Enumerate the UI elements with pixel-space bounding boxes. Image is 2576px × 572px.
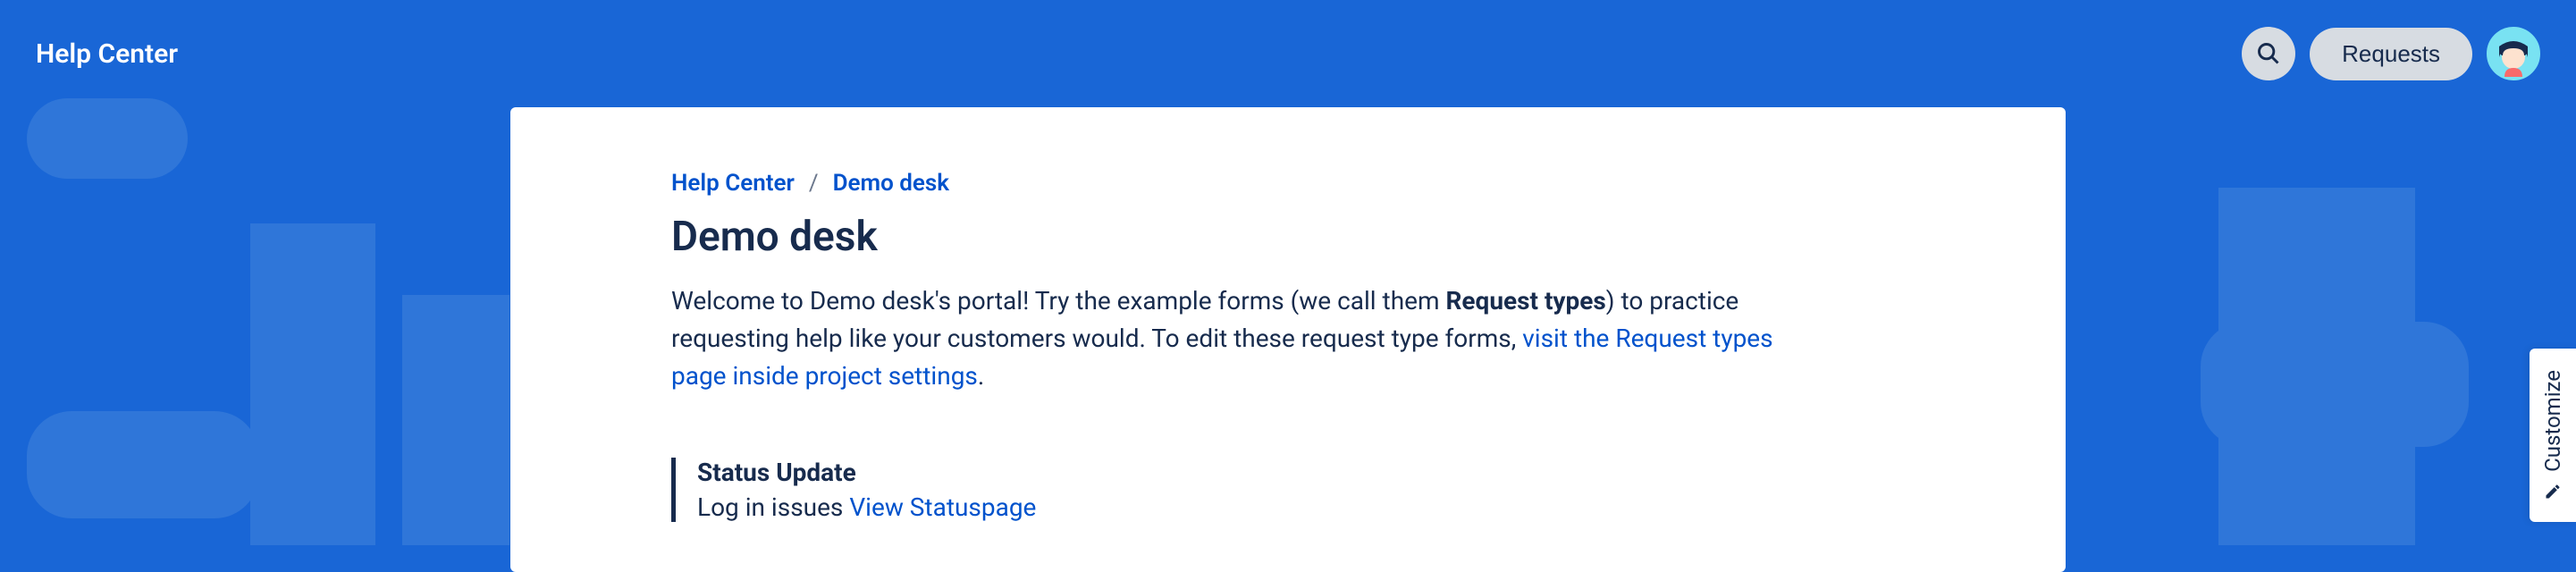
customize-button[interactable]: Customize [2530,349,2576,522]
breadcrumb-link-home[interactable]: Help Center [671,170,795,197]
status-title: Status Update [697,458,1905,487]
desc-text-1: Welcome to Demo desk's portal! Try the e… [671,286,1445,315]
requests-button[interactable]: Requests [2310,28,2472,80]
statuspage-link[interactable]: View Statuspage [849,492,1036,522]
breadcrumb-separator: / [809,170,819,197]
page-title: Demo desk [671,213,1905,261]
status-text: Log in issues [697,492,849,522]
header-title[interactable]: Help Center [36,38,178,70]
header-actions: Requests [2242,27,2540,80]
breadcrumb: Help Center / Demo desk [671,170,1905,197]
search-icon [2256,41,2281,66]
status-body: Log in issues View Statuspage [697,492,1905,522]
breadcrumb-link-current[interactable]: Demo desk [833,170,949,197]
desc-bold: Request types [1445,286,1605,315]
search-button[interactable] [2242,27,2295,80]
desc-text-3: . [978,361,984,391]
avatar-icon [2490,30,2537,77]
header: Help Center Requests [0,0,2576,107]
pencil-icon [2544,483,2562,500]
status-block: Status Update Log in issues View Statusp… [671,458,1905,522]
page-description: Welcome to Demo desk's portal! Try the e… [671,282,1833,395]
avatar[interactable] [2487,27,2540,80]
customize-label: Customize [2540,370,2565,472]
main-card: Help Center / Demo desk Demo desk Welcom… [510,107,2066,572]
